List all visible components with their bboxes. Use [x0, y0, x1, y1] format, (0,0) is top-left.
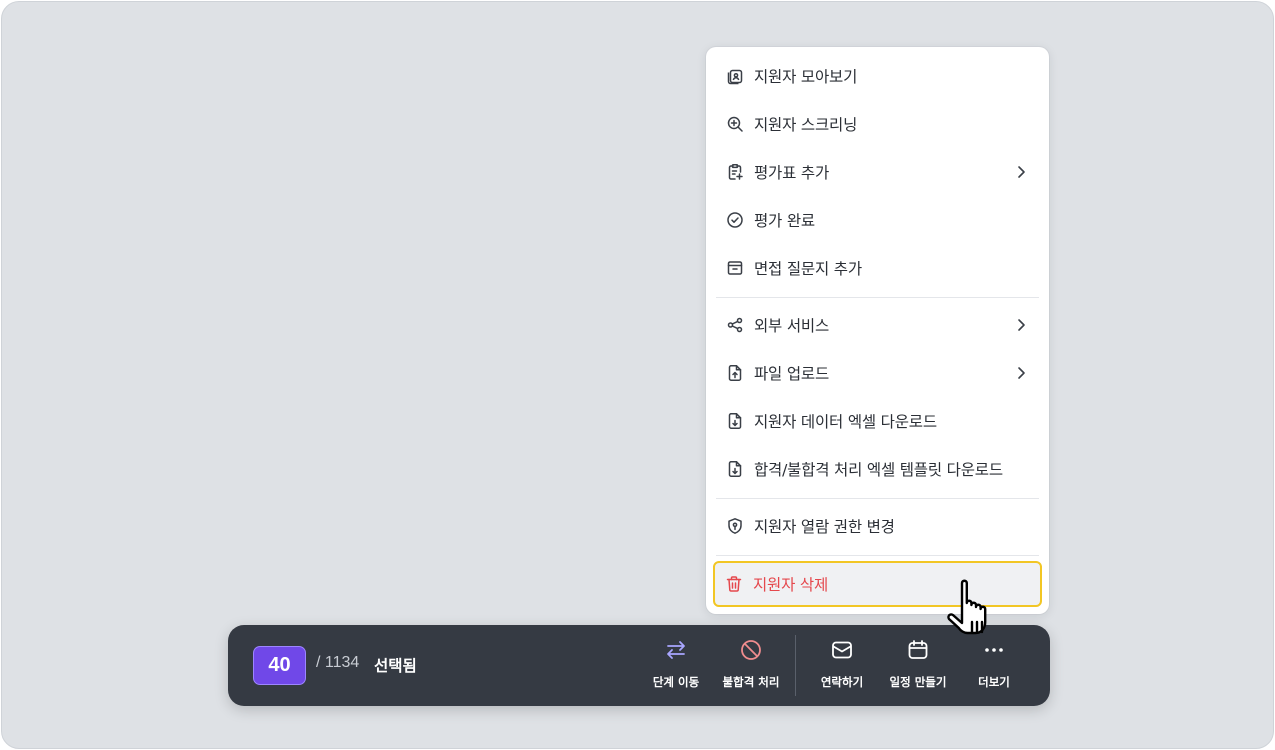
menu-item-label: 지원자 열람 권한 변경: [754, 518, 895, 536]
menu-item-label: 합격/불합격 처리 엑셀 템플릿 다운로드: [754, 461, 1003, 479]
create-schedule-button[interactable]: 일정 만들기: [884, 637, 952, 697]
shield-lock-icon: [726, 517, 744, 535]
chevron-right-icon: [1018, 166, 1025, 178]
menu-item-label: 평가표 추가: [754, 164, 830, 182]
menu-item-label: 지원자 스크리닝: [754, 116, 858, 134]
selected-count-badge: 40: [253, 646, 306, 685]
menu-item-add-evaluation[interactable]: 평가표 추가: [714, 150, 1041, 194]
menu-item-screening[interactable]: 지원자 스크리닝: [714, 102, 1041, 146]
file-upload-icon: [726, 364, 744, 382]
chevron-right-icon: [1018, 367, 1025, 379]
archive-icon: [726, 259, 744, 277]
action-label: 단계 이동: [652, 675, 700, 689]
total-count: / 1134: [316, 654, 360, 671]
menu-item-download-pass-fail-template[interactable]: 합격/불합격 처리 엑셀 템플릿 다운로드: [714, 447, 1041, 491]
trash-icon: [725, 575, 743, 593]
menu-item-label: 파일 업로드: [754, 365, 830, 383]
file-download-icon: [726, 412, 744, 430]
swap-arrows-icon: [663, 637, 689, 663]
prohibited-icon: [738, 637, 764, 663]
reject-button[interactable]: 불합격 처리: [716, 637, 786, 697]
action-label: 불합격 처리: [722, 675, 780, 689]
menu-item-label: 지원자 삭제: [753, 576, 829, 594]
menu-item-change-view-permission[interactable]: 지원자 열람 권한 변경: [714, 504, 1041, 548]
menu-item-complete-evaluation[interactable]: 평가 완료: [714, 198, 1041, 242]
menu-item-view-applicants[interactable]: 지원자 모아보기: [714, 54, 1041, 98]
share-nodes-icon: [726, 316, 744, 334]
check-circle-icon: [726, 211, 744, 229]
more-actions-menu: 지원자 모아보기 지원자 스크리닝 평가표 추가 평가 완료 면접 질문지 추가…: [706, 47, 1049, 614]
search-plus-icon: [726, 115, 744, 133]
bulk-action-bar: 40 / 1134 선택됨 단계 이동 불합격 처리 연락하기 일정 만들기 더…: [228, 625, 1050, 706]
action-label: 더보기: [978, 675, 1010, 689]
menu-item-label: 지원자 모아보기: [754, 68, 858, 86]
menu-item-download-applicant-excel[interactable]: 지원자 데이터 엑셀 다운로드: [714, 399, 1041, 443]
selected-label: 선택됨: [374, 657, 417, 675]
calendar-icon: [905, 637, 931, 663]
file-download-icon: [726, 460, 744, 478]
menu-item-add-interview-questions[interactable]: 면접 질문지 추가: [714, 246, 1041, 290]
chevron-right-icon: [1018, 319, 1025, 331]
clipboard-plus-icon: [726, 163, 744, 181]
menu-item-label: 평가 완료: [754, 212, 815, 230]
contact-button[interactable]: 연락하기: [810, 637, 874, 697]
menu-item-label: 외부 서비스: [754, 317, 830, 335]
action-label: 연락하기: [820, 675, 864, 689]
hand-pointer-cursor-icon: [947, 579, 987, 635]
applicant-collection-icon: [726, 67, 744, 85]
action-label: 일정 만들기: [889, 675, 947, 689]
menu-divider: [716, 498, 1039, 499]
move-stage-button[interactable]: 단계 이동: [646, 637, 706, 697]
action-divider: [795, 635, 796, 696]
menu-item-label: 면접 질문지 추가: [754, 260, 862, 278]
menu-item-external-services[interactable]: 외부 서비스: [714, 303, 1041, 347]
menu-divider: [716, 297, 1039, 298]
menu-item-file-upload[interactable]: 파일 업로드: [714, 351, 1041, 395]
more-button[interactable]: 더보기: [968, 637, 1020, 697]
mail-icon: [829, 637, 855, 663]
menu-item-label: 지원자 데이터 엑셀 다운로드: [754, 413, 937, 431]
menu-divider: [716, 555, 1039, 556]
workspace-background: 지원자 모아보기 지원자 스크리닝 평가표 추가 평가 완료 면접 질문지 추가…: [1, 1, 1274, 749]
